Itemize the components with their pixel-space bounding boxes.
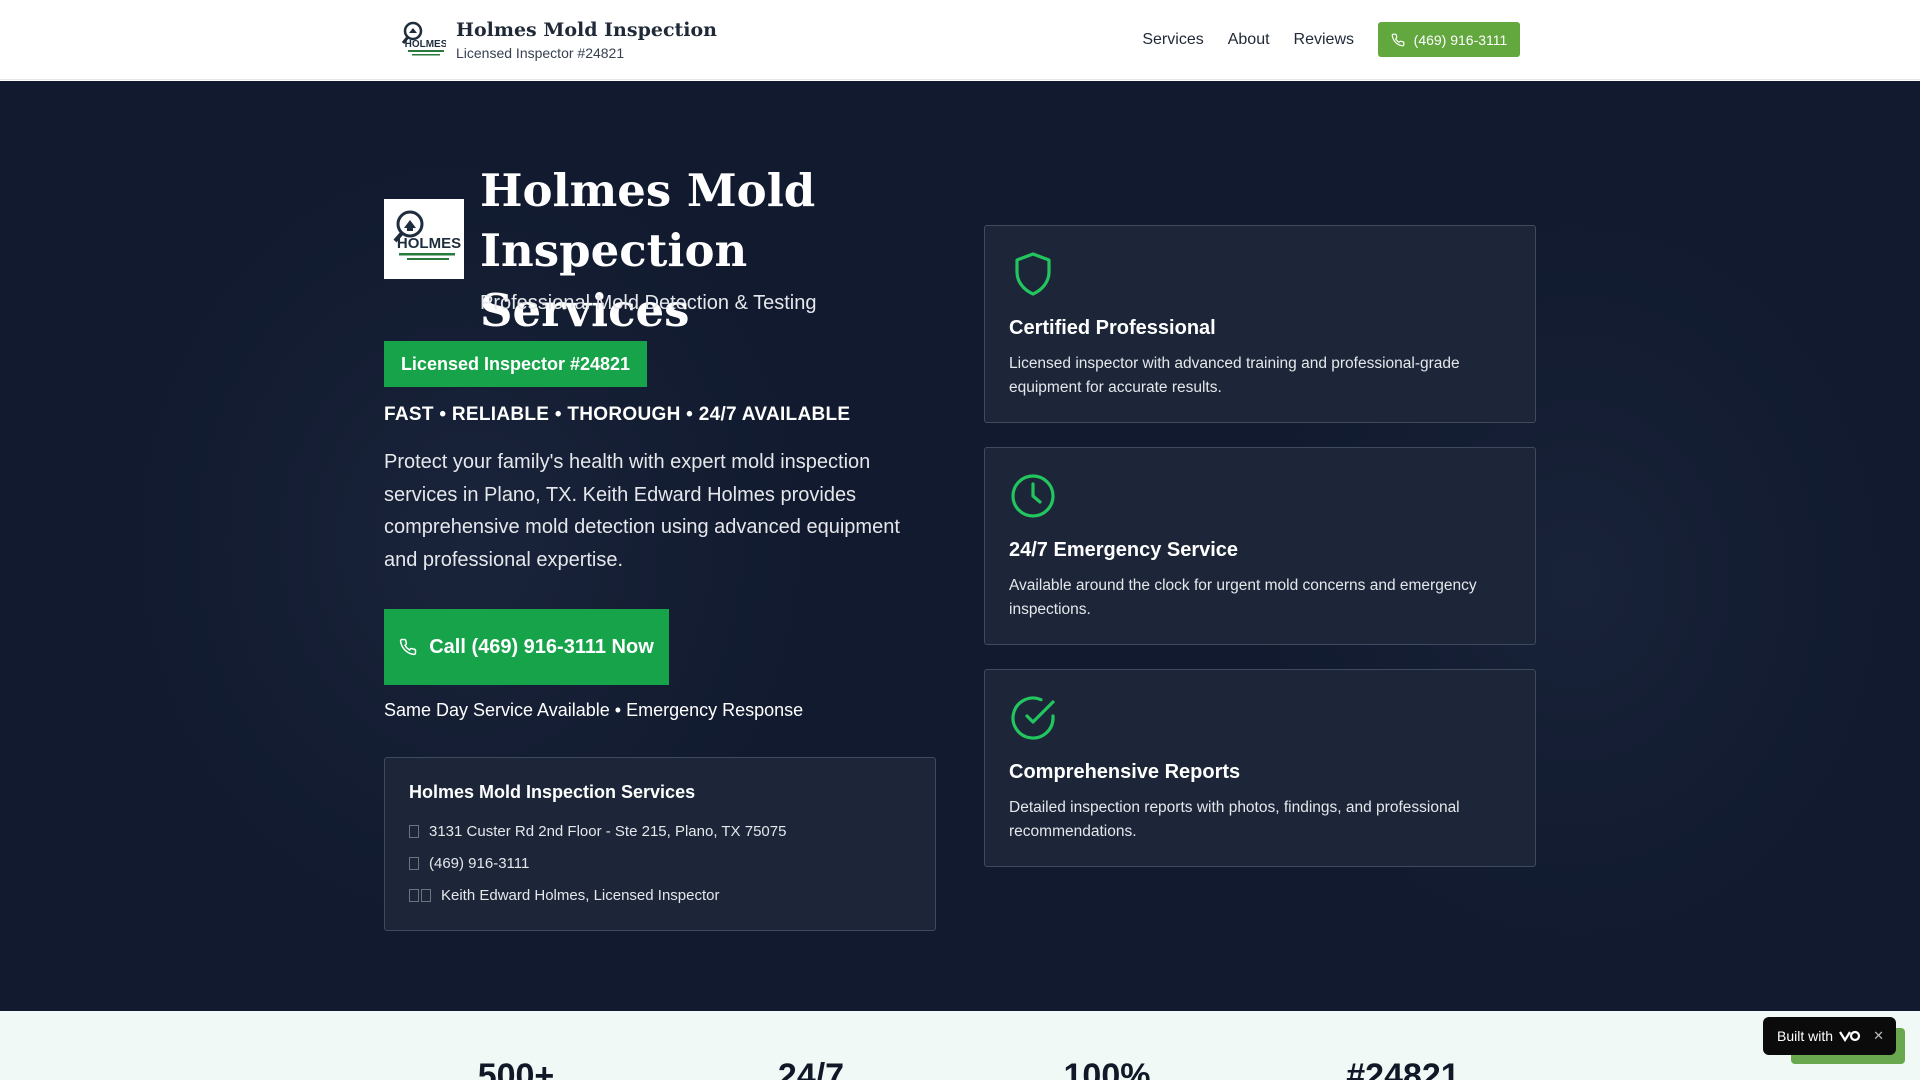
- check-circle-icon: [1011, 696, 1055, 740]
- hero-description: Protect your family's health with expert…: [384, 451, 900, 571]
- call-now-label: Call (469) 916-3111 Now: [429, 635, 654, 658]
- nav-about[interactable]: About: [1228, 23, 1270, 57]
- nav-reviews[interactable]: Reviews: [1294, 23, 1354, 57]
- site-header: HOLMES Holmes Mold Inspection Licensed I…: [0, 0, 1920, 80]
- badge-icon: [421, 888, 431, 902]
- location-icon: [409, 824, 419, 838]
- builder-logo-icon: [1839, 1030, 1861, 1042]
- stat-value: 500+: [477, 1057, 555, 1080]
- feature-card: Comprehensive Reports Detailed inspectio…: [984, 669, 1536, 867]
- brand-name: Holmes Mold Inspection: [456, 19, 717, 41]
- clock-icon: [1011, 474, 1055, 518]
- feature-card: 24/7 Emergency Service Available around …: [984, 447, 1536, 645]
- info-inspector: Keith Edward Holmes, Licensed Inspector: [409, 879, 911, 911]
- brand-logo: HOLMES: [399, 18, 447, 62]
- feature-title: 24/7 Emergency Service: [1009, 539, 1239, 561]
- phone-text: (469) 916-3111: [429, 854, 530, 872]
- inspector-text: Keith Edward Holmes, Licensed Inspector: [441, 886, 720, 904]
- built-with-badge[interactable]: Built with ✕: [1763, 1017, 1896, 1055]
- feature-card: Certified Professional Licensed inspecto…: [984, 225, 1536, 423]
- brand[interactable]: HOLMES Holmes Mold Inspection Licensed I…: [399, 18, 717, 62]
- close-icon[interactable]: ✕: [1873, 1028, 1884, 1044]
- hero-subtitle: Professional Mold Detection & Testing: [480, 292, 817, 314]
- stat-value: 24/7: [777, 1057, 845, 1080]
- feature-description: Detailed inspection reports with photos,…: [1009, 799, 1460, 840]
- nav-services[interactable]: Services: [1142, 23, 1203, 57]
- stat-value: 100%: [1063, 1057, 1151, 1080]
- built-with-label: Built with: [1777, 1028, 1834, 1044]
- hero-logo: HOLMES: [384, 199, 464, 279]
- stat-value: #24821: [1346, 1057, 1460, 1080]
- phone-icon: [400, 638, 417, 656]
- license-badge: Licensed Inspector #24821: [384, 341, 647, 387]
- address-text: 3131 Custer Rd 2nd Floor - Ste 215, Plan…: [429, 822, 787, 840]
- same-day-note: Same Day Service Available • Emergency R…: [384, 700, 804, 720]
- phone-icon: [1391, 33, 1405, 46]
- stats-strip: 500+ 24/7 100% #24821: [0, 1011, 1920, 1080]
- header-call-label: (469) 916-3111: [1413, 31, 1508, 48]
- info-phone[interactable]: (469) 916-3111: [409, 847, 911, 879]
- shield-icon: [1015, 252, 1051, 296]
- business-info-card: Holmes Mold Inspection Services 3131 Cus…: [384, 757, 936, 931]
- hero-section: HOLMES Holmes Mold Inspection Services P…: [0, 81, 1920, 1011]
- person-icon: [409, 888, 419, 902]
- info-card-title: Holmes Mold Inspection Services: [409, 782, 696, 802]
- header-call-button[interactable]: (469) 916-3111: [1378, 22, 1520, 57]
- hero-tagline: FAST • RELIABLE • THOROUGH • 24/7 AVAILA…: [384, 404, 851, 425]
- phone-icon: [409, 856, 419, 870]
- hero-logo-text: HOLMES: [397, 235, 461, 252]
- brand-license: Licensed Inspector #24821: [456, 45, 625, 61]
- feature-title: Comprehensive Reports: [1009, 761, 1241, 783]
- feature-description: Available around the clock for urgent mo…: [1009, 577, 1477, 618]
- brand-logo-text: HOLMES: [405, 39, 446, 50]
- info-address: 3131 Custer Rd 2nd Floor - Ste 215, Plan…: [409, 815, 911, 847]
- call-now-button[interactable]: Call (469) 916-3111 Now: [384, 609, 669, 685]
- feature-description: Licensed inspector with advanced trainin…: [1009, 355, 1460, 396]
- main-nav: Services About Reviews (469) 916-3111: [1142, 22, 1520, 57]
- feature-title: Certified Professional: [1009, 317, 1216, 339]
